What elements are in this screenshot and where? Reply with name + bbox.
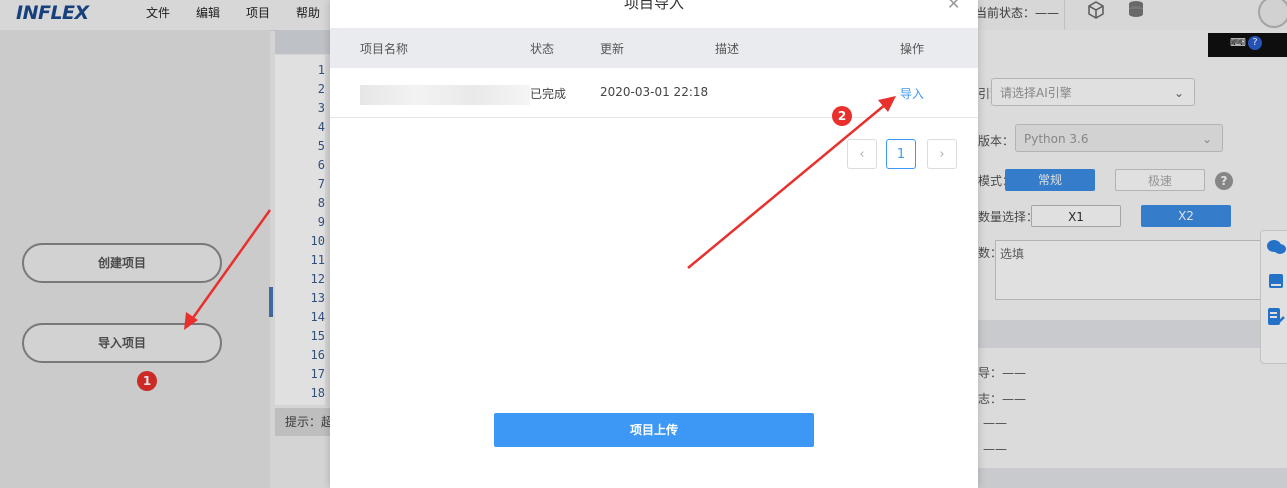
annotation-arrows	[184, 96, 896, 330]
arrow-2	[687, 103, 887, 269]
arrow-1	[188, 209, 272, 323]
